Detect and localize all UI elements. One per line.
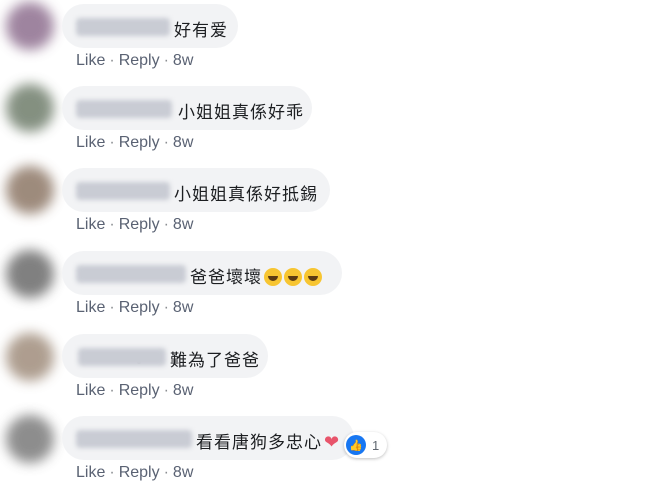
like-link[interactable]: Like bbox=[76, 134, 105, 152]
separator-dot: · bbox=[163, 464, 169, 481]
comment-actions: Like · Reply · 8w bbox=[76, 52, 193, 70]
reply-link[interactable]: Reply bbox=[119, 299, 160, 317]
comment-bubble: 爸爸壞壞 bbox=[62, 251, 342, 295]
comment-text: 小姐姐真係好乖 bbox=[178, 103, 304, 123]
separator-dot: · bbox=[163, 382, 169, 399]
reply-link[interactable]: Reply bbox=[119, 134, 160, 152]
reply-link[interactable]: Reply bbox=[119, 52, 160, 70]
comment-item: 小姐姐真係好乖 Like · Reply · 8w bbox=[0, 82, 667, 164]
avatar[interactable] bbox=[6, 166, 54, 214]
comment-text-content: 看看唐狗多忠心 bbox=[196, 433, 322, 453]
comment-item: 小姐姐真係好抵錫 Like · Reply · 8w bbox=[0, 164, 667, 246]
comment-bubble: 好有爱 bbox=[62, 4, 238, 48]
comment-actions: Like · Reply · 8w bbox=[76, 134, 193, 152]
comment-bubble: 小姐姐真係好乖 bbox=[62, 86, 312, 130]
separator-dot: · bbox=[109, 216, 115, 233]
rofl-emoji-icon bbox=[284, 268, 302, 286]
comment-bubble: 看看唐狗多忠心 ❤ bbox=[62, 416, 354, 460]
reply-link[interactable]: Reply bbox=[119, 216, 160, 234]
timestamp[interactable]: 8w bbox=[173, 299, 193, 317]
author-name-blurred[interactable] bbox=[76, 265, 186, 283]
avatar[interactable] bbox=[6, 250, 54, 298]
comment-actions: Like · Reply · 8w bbox=[76, 299, 193, 317]
avatar[interactable] bbox=[6, 84, 54, 132]
comment-actions: Like · Reply · 8w bbox=[76, 216, 193, 234]
red-heart-icon: ❤ bbox=[324, 432, 341, 453]
timestamp[interactable]: 8w bbox=[173, 464, 193, 482]
timestamp[interactable]: 8w bbox=[173, 382, 193, 400]
like-link[interactable]: Like bbox=[76, 382, 105, 400]
author-name-blurred[interactable] bbox=[76, 430, 192, 448]
separator-dot: · bbox=[109, 134, 115, 151]
comment-text: 爸爸壞壞 bbox=[190, 263, 322, 288]
timestamp[interactable]: 8w bbox=[173, 134, 193, 152]
comment-item: 看看唐狗多忠心 ❤ Like · Reply · 8w bbox=[0, 412, 667, 494]
separator-dot: · bbox=[163, 216, 169, 233]
like-link[interactable]: Like bbox=[76, 52, 105, 70]
timestamp[interactable]: 8w bbox=[173, 216, 193, 234]
like-link[interactable]: Like bbox=[76, 464, 105, 482]
comment-actions: Like · Reply · 8w bbox=[76, 464, 193, 482]
comment-text-content: 爸爸壞壞 bbox=[190, 268, 262, 288]
comment-bubble: 小姐姐真係好抵錫 bbox=[62, 168, 330, 212]
author-name-blurred[interactable] bbox=[76, 100, 172, 118]
reaction-count-badge[interactable]: 👍 1 bbox=[344, 432, 388, 458]
avatar[interactable] bbox=[6, 333, 54, 381]
comment-bubble: 難為了爸爸 bbox=[62, 334, 268, 378]
separator-dot: · bbox=[109, 464, 115, 481]
separator-dot: · bbox=[109, 299, 115, 316]
reply-link[interactable]: Reply bbox=[119, 464, 160, 482]
comment-text: 小姐姐真係好抵錫 bbox=[174, 185, 318, 205]
reaction-count: 1 bbox=[372, 437, 380, 453]
separator-dot: · bbox=[109, 382, 115, 399]
like-link[interactable]: Like bbox=[76, 216, 105, 234]
rofl-emoji-icon bbox=[304, 268, 322, 286]
comment-item: 難為了爸爸 Like · Reply · 8w bbox=[0, 330, 667, 412]
comment-item: 爸爸壞壞 Like · Reply · 8w bbox=[0, 246, 667, 328]
author-name-blurred[interactable] bbox=[76, 18, 170, 36]
separator-dot: · bbox=[163, 299, 169, 316]
comment-text: 好有爱 bbox=[174, 21, 228, 41]
avatar[interactable] bbox=[6, 415, 54, 463]
like-link[interactable]: Like bbox=[76, 299, 105, 317]
separator-dot: · bbox=[163, 134, 169, 151]
avatar[interactable] bbox=[6, 2, 54, 50]
author-name-blurred[interactable] bbox=[76, 182, 170, 200]
comment-actions: Like · Reply · 8w bbox=[76, 382, 193, 400]
author-name-blurred[interactable] bbox=[78, 348, 166, 366]
timestamp[interactable]: 8w bbox=[173, 52, 193, 70]
comment-item: 好有爱 Like · Reply · 8w bbox=[0, 0, 667, 82]
reply-link[interactable]: Reply bbox=[119, 382, 160, 400]
comment-text: 難為了爸爸 bbox=[170, 351, 260, 371]
thumbs-up-icon: 👍 bbox=[346, 435, 366, 455]
comment-text: 看看唐狗多忠心 ❤ bbox=[196, 428, 340, 453]
rofl-emoji-icon bbox=[264, 268, 282, 286]
separator-dot: · bbox=[163, 52, 169, 69]
separator-dot: · bbox=[109, 52, 115, 69]
